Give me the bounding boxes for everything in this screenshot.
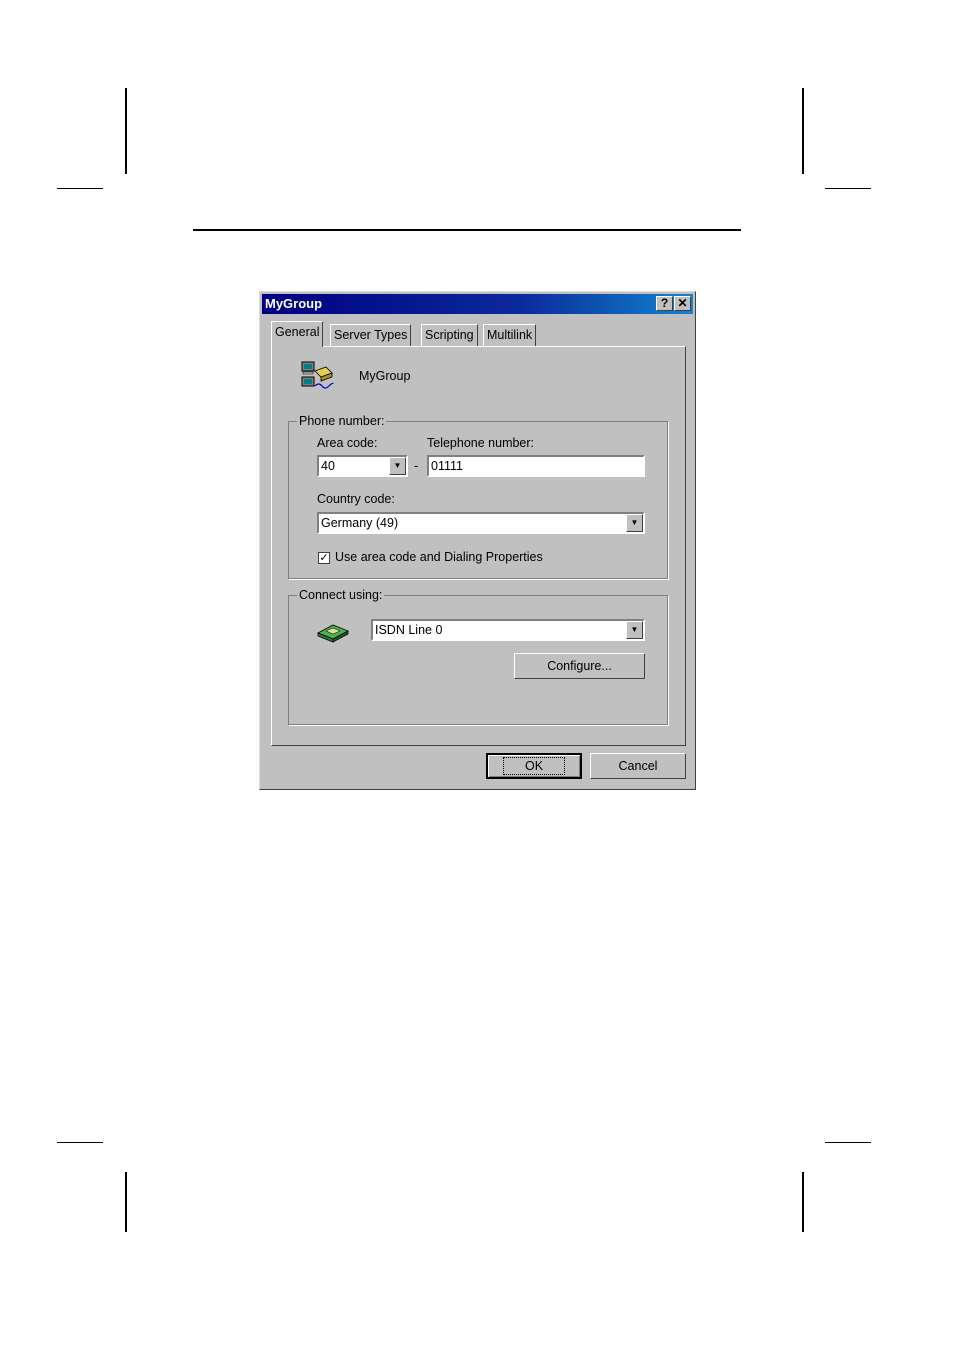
crop-mark xyxy=(802,88,804,174)
crop-mark xyxy=(825,1142,871,1143)
country-code-label: Country code: xyxy=(317,492,395,506)
phone-number-group: Phone number: Area code: Telephone numbe… xyxy=(288,414,668,579)
device-value: ISDN Line 0 xyxy=(375,623,443,637)
telephone-number-label: Telephone number: xyxy=(427,436,535,450)
ok-button[interactable]: OK xyxy=(486,753,582,779)
dropdown-arrow-icon[interactable]: ▼ xyxy=(389,457,406,475)
cancel-button[interactable]: Cancel xyxy=(590,753,686,779)
crop-mark xyxy=(57,188,103,189)
tab-scripting[interactable]: Scripting xyxy=(421,324,478,346)
ok-label: OK xyxy=(502,757,566,775)
country-code-select[interactable]: Germany (49) ▼ xyxy=(317,512,645,534)
area-code-separator: - xyxy=(414,459,419,473)
connect-using-group: Connect using: ISDN Line 0 ▼ Configure..… xyxy=(288,588,668,725)
use-area-code-label[interactable]: Use area code and Dialing Properties xyxy=(335,550,543,564)
configure-button[interactable]: Configure... xyxy=(514,653,645,679)
tab-multilink[interactable]: Multilink xyxy=(483,324,537,346)
crop-mark xyxy=(125,88,127,174)
close-button[interactable]: ✕ xyxy=(674,296,691,311)
help-button[interactable]: ? xyxy=(656,296,673,311)
dialog-window: MyGroup ? ✕ General Server Types Scripti… xyxy=(259,291,696,790)
title-bar[interactable]: MyGroup ? ✕ xyxy=(262,294,693,314)
connect-using-legend: Connect using: xyxy=(297,588,385,602)
tab-panel-general: MyGroup Phone number: Area code: Telepho… xyxy=(271,346,686,746)
connection-name: MyGroup xyxy=(359,369,411,383)
crop-mark xyxy=(125,1172,127,1232)
use-area-code-checkbox[interactable]: ✓ xyxy=(318,552,330,564)
area-code-combobox[interactable]: 40 ▼ xyxy=(317,455,408,477)
dropdown-arrow-icon[interactable]: ▼ xyxy=(626,621,643,639)
area-code-label: Area code: xyxy=(317,436,378,450)
area-code-value: 40 xyxy=(321,459,335,473)
window-title: MyGroup xyxy=(265,296,323,311)
dropdown-arrow-icon[interactable]: ▼ xyxy=(626,514,643,532)
telephone-number-input[interactable]: 01111 xyxy=(427,455,645,477)
phone-number-legend: Phone number: xyxy=(297,414,387,428)
modem-icon xyxy=(316,621,350,648)
tab-general[interactable]: General xyxy=(271,321,324,347)
crop-mark xyxy=(802,1172,804,1232)
tab-server-types[interactable]: Server Types xyxy=(330,324,412,346)
dialup-network-icon xyxy=(300,359,334,398)
crop-mark xyxy=(825,188,871,189)
country-code-value: Germany (49) xyxy=(321,516,399,530)
device-select[interactable]: ISDN Line 0 ▼ xyxy=(371,619,645,641)
header-rule xyxy=(193,229,741,231)
crop-mark xyxy=(57,1142,103,1143)
